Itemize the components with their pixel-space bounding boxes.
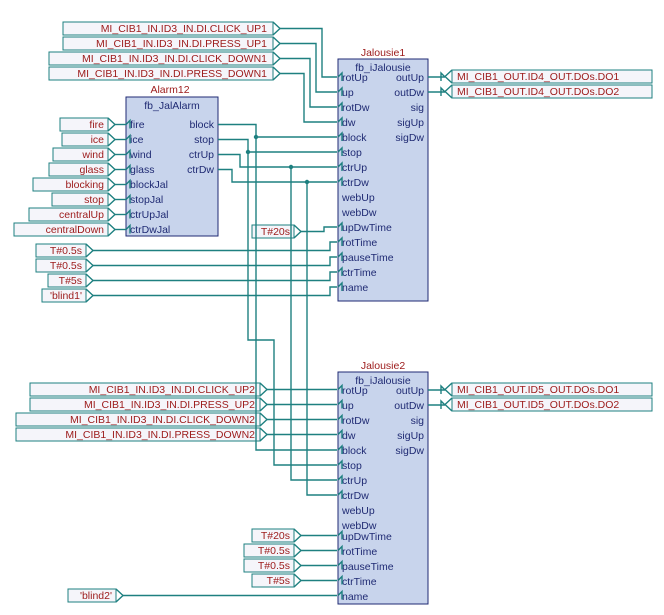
svg-text:rotUp: rotUp xyxy=(342,72,368,84)
tag-centralUp: centralUp xyxy=(59,209,104,221)
svg-text:pauseTime: pauseTime xyxy=(342,561,394,573)
svg-text:up: up xyxy=(342,87,354,99)
svg-text:stop: stop xyxy=(342,460,362,472)
tag-press-up2: MI_CIB1_IN.ID3_IN.DI.PRESS_UP2 xyxy=(84,399,255,411)
svg-text:sigUp: sigUp xyxy=(397,430,424,442)
alarm-type: fb_JalAlarm xyxy=(144,100,200,112)
svg-text:stop: stop xyxy=(342,147,362,159)
svg-text:block: block xyxy=(342,132,367,144)
svg-text:sig: sig xyxy=(411,415,425,427)
jal2-title: Jalousie2 xyxy=(361,360,406,372)
svg-text:rotDw: rotDw xyxy=(342,415,370,427)
svg-text:dw: dw xyxy=(342,430,356,442)
svg-text:block: block xyxy=(189,119,214,131)
svg-text:stop: stop xyxy=(194,134,214,146)
svg-text:ice: ice xyxy=(130,134,144,146)
tag-t05d: T#0.5s xyxy=(258,560,290,572)
svg-text:blockJal: blockJal xyxy=(130,179,168,191)
tag-click-up1: MI_CIB1_IN.ID3_IN.DI.CLICK_UP1 xyxy=(101,23,267,35)
svg-text:ctrTime: ctrTime xyxy=(342,576,377,588)
svg-text:ctrUp: ctrUp xyxy=(189,149,214,161)
tag-t5: T#5s xyxy=(59,275,82,287)
svg-text:sigUp: sigUp xyxy=(397,117,424,129)
svg-text:outDw: outDw xyxy=(394,87,424,99)
svg-text:block: block xyxy=(342,445,367,457)
svg-text:rotUp: rotUp xyxy=(342,385,368,397)
tag-t05b: T#0.5s xyxy=(50,260,82,272)
svg-text:name: name xyxy=(342,591,368,603)
tag-t5b: T#5s xyxy=(267,575,290,587)
tags: MI_CIB1_IN.ID3_IN.DI.CLICK_UP1 MI_CIB1_I… xyxy=(14,22,652,602)
svg-text:webUp: webUp xyxy=(341,192,375,204)
svg-text:fire: fire xyxy=(130,119,145,131)
svg-text:wind: wind xyxy=(129,149,152,161)
svg-text:glass: glass xyxy=(130,164,155,176)
tag-click-down1: MI_CIB1_IN.ID3_IN.DI.CLICK_DOWN1 xyxy=(82,53,267,65)
svg-text:outDw: outDw xyxy=(394,400,424,412)
svg-text:upDwTime: upDwTime xyxy=(342,531,392,543)
tag-press-down1: MI_CIB1_IN.ID3_IN.DI.PRESS_DOWN1 xyxy=(77,68,267,80)
svg-text:dw: dw xyxy=(342,117,356,129)
tag-press-up1: MI_CIB1_IN.ID3_IN.DI.PRESS_UP1 xyxy=(96,38,267,50)
tag-wind: wind xyxy=(81,149,104,161)
svg-text:stopJal: stopJal xyxy=(130,194,163,206)
svg-text:ctrDw: ctrDw xyxy=(342,177,369,189)
block-jalousie2: Jalousie2 fb_iJalousie rotUp up rotDw dw… xyxy=(338,360,428,604)
tag-ice: ice xyxy=(91,134,105,146)
svg-text:sigDw: sigDw xyxy=(395,132,424,144)
tag-t05c: T#0.5s xyxy=(258,545,290,557)
jal1-title: Jalousie1 xyxy=(361,47,406,59)
svg-text:rotDw: rotDw xyxy=(342,102,370,114)
tag-click-down2: MI_CIB1_IN.ID3_IN.DI.CLICK_DOWN2 xyxy=(70,414,255,426)
svg-text:up: up xyxy=(342,400,354,412)
svg-text:ctrDwJal: ctrDwJal xyxy=(130,224,170,236)
block-alarm12: Alarm12 fb_JalAlarm fire ice wind glass … xyxy=(126,84,218,236)
svg-text:ctrDw: ctrDw xyxy=(187,164,214,176)
tag-out4-do2: MI_CIB1_OUT.ID4_OUT.DOs.DO2 xyxy=(457,86,619,98)
tag-centralDown: centralDown xyxy=(46,224,105,236)
tag-glass: glass xyxy=(79,164,104,176)
svg-text:webUp: webUp xyxy=(341,505,375,517)
tag-press-down2: MI_CIB1_IN.ID3_IN.DI.PRESS_DOWN2 xyxy=(65,429,255,441)
svg-text:name: name xyxy=(342,282,368,294)
svg-text:pauseTime: pauseTime xyxy=(342,252,394,264)
tag-fire: fire xyxy=(89,119,104,131)
alarm-title: Alarm12 xyxy=(150,84,189,96)
svg-text:sig: sig xyxy=(411,102,425,114)
tag-out5-do2: MI_CIB1_OUT.ID5_OUT.DOs.DO2 xyxy=(457,399,619,411)
svg-text:ctrDw: ctrDw xyxy=(342,490,369,502)
tag-blind2: 'blind2' xyxy=(80,590,112,602)
svg-text:ctrUp: ctrUp xyxy=(342,162,367,174)
svg-text:sigDw: sigDw xyxy=(395,445,424,457)
tag-click-up2: MI_CIB1_IN.ID3_IN.DI.CLICK_UP2 xyxy=(89,384,255,396)
block-jalousie1: Jalousie1 fb_iJalousie rotUp up rotDw dw… xyxy=(338,47,428,301)
tag-out5-do1: MI_CIB1_OUT.ID5_OUT.DOs.DO1 xyxy=(457,384,619,396)
tag-out4-do1: MI_CIB1_OUT.ID4_OUT.DOs.DO1 xyxy=(457,71,619,83)
svg-text:webDw: webDw xyxy=(341,207,377,219)
svg-text:outUp: outUp xyxy=(396,385,424,397)
svg-text:upDwTime: upDwTime xyxy=(342,222,392,234)
svg-text:rotTime: rotTime xyxy=(342,546,377,558)
svg-text:ctrUp: ctrUp xyxy=(342,475,367,487)
tag-blocking: blocking xyxy=(65,179,104,191)
svg-text:ctrTime: ctrTime xyxy=(342,267,377,279)
svg-text:rotTime: rotTime xyxy=(342,237,377,249)
tag-t20: T#20s xyxy=(261,226,290,238)
tag-blind1: 'blind1' xyxy=(50,290,82,302)
tag-t05a: T#0.5s xyxy=(50,245,82,257)
tag-t20b: T#20s xyxy=(261,530,290,542)
tag-stop: stop xyxy=(84,194,104,206)
svg-text:outUp: outUp xyxy=(396,72,424,84)
svg-text:ctrUpJal: ctrUpJal xyxy=(130,209,169,221)
